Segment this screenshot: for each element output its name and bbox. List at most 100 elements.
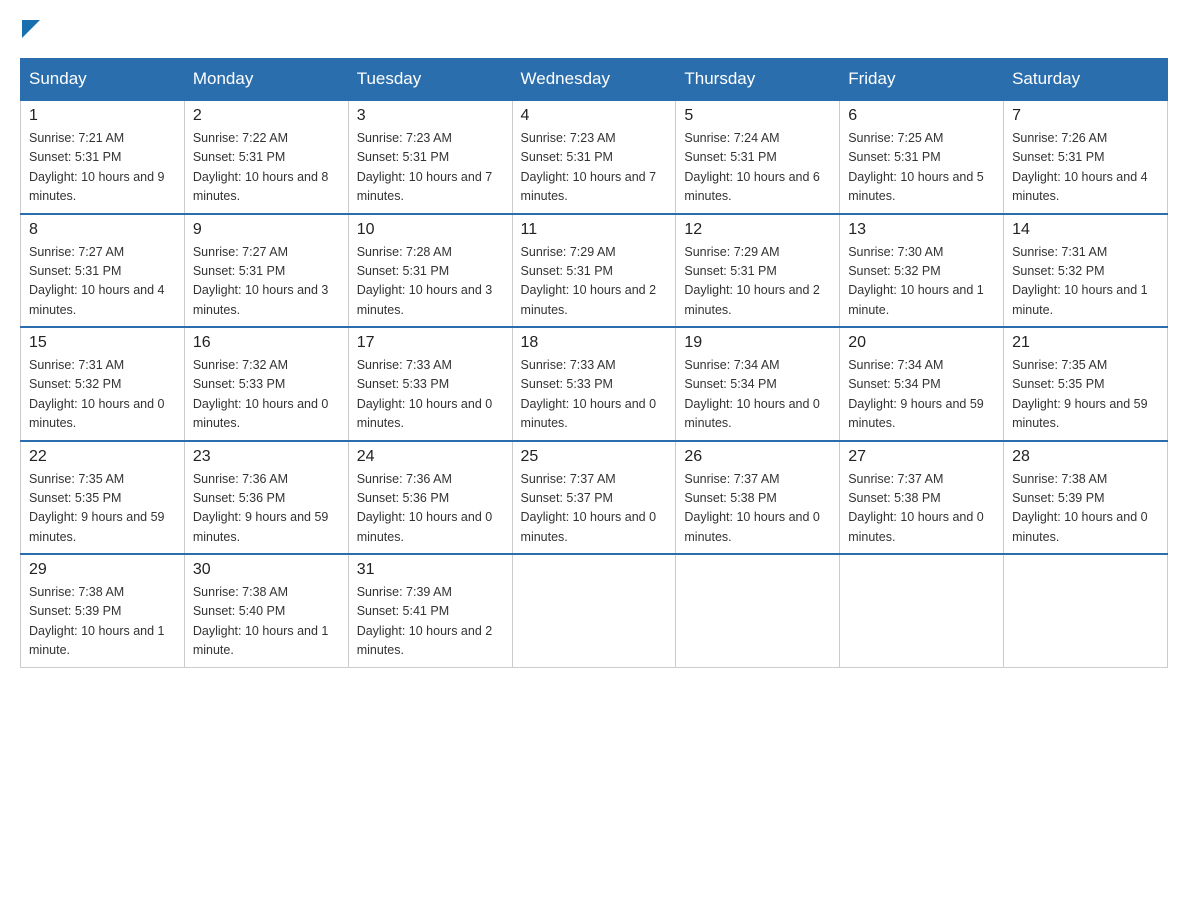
calendar-day-cell: 29 Sunrise: 7:38 AMSunset: 5:39 PMDaylig…	[21, 554, 185, 667]
day-info: Sunrise: 7:23 AMSunset: 5:31 PMDaylight:…	[521, 129, 668, 207]
day-info: Sunrise: 7:27 AMSunset: 5:31 PMDaylight:…	[29, 243, 176, 321]
day-info: Sunrise: 7:37 AMSunset: 5:38 PMDaylight:…	[848, 470, 995, 548]
day-number: 30	[193, 561, 340, 579]
calendar-day-cell: 10 Sunrise: 7:28 AMSunset: 5:31 PMDaylig…	[348, 214, 512, 328]
calendar-day-cell: 7 Sunrise: 7:26 AMSunset: 5:31 PMDayligh…	[1004, 100, 1168, 214]
day-info: Sunrise: 7:27 AMSunset: 5:31 PMDaylight:…	[193, 243, 340, 321]
day-number: 6	[848, 107, 995, 125]
calendar-day-cell: 12 Sunrise: 7:29 AMSunset: 5:31 PMDaylig…	[676, 214, 840, 328]
day-info: Sunrise: 7:29 AMSunset: 5:31 PMDaylight:…	[684, 243, 831, 321]
day-number: 15	[29, 334, 176, 352]
calendar-day-cell: 26 Sunrise: 7:37 AMSunset: 5:38 PMDaylig…	[676, 441, 840, 555]
day-number: 9	[193, 221, 340, 239]
day-number: 7	[1012, 107, 1159, 125]
day-number: 21	[1012, 334, 1159, 352]
calendar-day-cell: 3 Sunrise: 7:23 AMSunset: 5:31 PMDayligh…	[348, 100, 512, 214]
day-number: 31	[357, 561, 504, 579]
calendar-week-row: 22 Sunrise: 7:35 AMSunset: 5:35 PMDaylig…	[21, 441, 1168, 555]
day-number: 1	[29, 107, 176, 125]
calendar-week-row: 1 Sunrise: 7:21 AMSunset: 5:31 PMDayligh…	[21, 100, 1168, 214]
day-info: Sunrise: 7:26 AMSunset: 5:31 PMDaylight:…	[1012, 129, 1159, 207]
col-header-monday: Monday	[184, 59, 348, 101]
calendar-day-cell: 18 Sunrise: 7:33 AMSunset: 5:33 PMDaylig…	[512, 327, 676, 441]
day-info: Sunrise: 7:36 AMSunset: 5:36 PMDaylight:…	[193, 470, 340, 548]
day-number: 4	[521, 107, 668, 125]
col-header-thursday: Thursday	[676, 59, 840, 101]
calendar-day-cell: 23 Sunrise: 7:36 AMSunset: 5:36 PMDaylig…	[184, 441, 348, 555]
day-info: Sunrise: 7:22 AMSunset: 5:31 PMDaylight:…	[193, 129, 340, 207]
day-info: Sunrise: 7:39 AMSunset: 5:41 PMDaylight:…	[357, 583, 504, 661]
day-info: Sunrise: 7:33 AMSunset: 5:33 PMDaylight:…	[357, 356, 504, 434]
calendar-day-cell: 30 Sunrise: 7:38 AMSunset: 5:40 PMDaylig…	[184, 554, 348, 667]
day-number: 23	[193, 448, 340, 466]
day-number: 26	[684, 448, 831, 466]
calendar-day-cell: 17 Sunrise: 7:33 AMSunset: 5:33 PMDaylig…	[348, 327, 512, 441]
col-header-tuesday: Tuesday	[348, 59, 512, 101]
calendar-day-cell: 22 Sunrise: 7:35 AMSunset: 5:35 PMDaylig…	[21, 441, 185, 555]
calendar-week-row: 15 Sunrise: 7:31 AMSunset: 5:32 PMDaylig…	[21, 327, 1168, 441]
day-info: Sunrise: 7:21 AMSunset: 5:31 PMDaylight:…	[29, 129, 176, 207]
logo	[20, 20, 40, 38]
day-info: Sunrise: 7:30 AMSunset: 5:32 PMDaylight:…	[848, 243, 995, 321]
day-number: 13	[848, 221, 995, 239]
calendar-day-cell	[512, 554, 676, 667]
calendar-day-cell: 2 Sunrise: 7:22 AMSunset: 5:31 PMDayligh…	[184, 100, 348, 214]
day-info: Sunrise: 7:38 AMSunset: 5:40 PMDaylight:…	[193, 583, 340, 661]
calendar-day-cell: 6 Sunrise: 7:25 AMSunset: 5:31 PMDayligh…	[840, 100, 1004, 214]
day-info: Sunrise: 7:32 AMSunset: 5:33 PMDaylight:…	[193, 356, 340, 434]
calendar-day-cell: 9 Sunrise: 7:27 AMSunset: 5:31 PMDayligh…	[184, 214, 348, 328]
day-number: 10	[357, 221, 504, 239]
day-number: 29	[29, 561, 176, 579]
calendar-day-cell: 11 Sunrise: 7:29 AMSunset: 5:31 PMDaylig…	[512, 214, 676, 328]
calendar-day-cell: 31 Sunrise: 7:39 AMSunset: 5:41 PMDaylig…	[348, 554, 512, 667]
day-number: 2	[193, 107, 340, 125]
day-info: Sunrise: 7:35 AMSunset: 5:35 PMDaylight:…	[29, 470, 176, 548]
day-info: Sunrise: 7:35 AMSunset: 5:35 PMDaylight:…	[1012, 356, 1159, 434]
calendar-day-cell: 25 Sunrise: 7:37 AMSunset: 5:37 PMDaylig…	[512, 441, 676, 555]
col-header-saturday: Saturday	[1004, 59, 1168, 101]
day-number: 18	[521, 334, 668, 352]
day-number: 14	[1012, 221, 1159, 239]
day-number: 17	[357, 334, 504, 352]
day-number: 25	[521, 448, 668, 466]
calendar-day-cell: 4 Sunrise: 7:23 AMSunset: 5:31 PMDayligh…	[512, 100, 676, 214]
calendar-day-cell: 20 Sunrise: 7:34 AMSunset: 5:34 PMDaylig…	[840, 327, 1004, 441]
calendar-day-cell: 14 Sunrise: 7:31 AMSunset: 5:32 PMDaylig…	[1004, 214, 1168, 328]
day-info: Sunrise: 7:36 AMSunset: 5:36 PMDaylight:…	[357, 470, 504, 548]
day-info: Sunrise: 7:34 AMSunset: 5:34 PMDaylight:…	[848, 356, 995, 434]
day-number: 24	[357, 448, 504, 466]
calendar-day-cell: 27 Sunrise: 7:37 AMSunset: 5:38 PMDaylig…	[840, 441, 1004, 555]
logo-triangle-icon	[22, 20, 40, 38]
day-info: Sunrise: 7:31 AMSunset: 5:32 PMDaylight:…	[29, 356, 176, 434]
col-header-sunday: Sunday	[21, 59, 185, 101]
day-info: Sunrise: 7:33 AMSunset: 5:33 PMDaylight:…	[521, 356, 668, 434]
day-info: Sunrise: 7:37 AMSunset: 5:37 PMDaylight:…	[521, 470, 668, 548]
day-info: Sunrise: 7:29 AMSunset: 5:31 PMDaylight:…	[521, 243, 668, 321]
day-number: 22	[29, 448, 176, 466]
col-header-wednesday: Wednesday	[512, 59, 676, 101]
day-info: Sunrise: 7:31 AMSunset: 5:32 PMDaylight:…	[1012, 243, 1159, 321]
calendar-day-cell	[1004, 554, 1168, 667]
calendar-day-cell	[676, 554, 840, 667]
day-number: 8	[29, 221, 176, 239]
calendar-table: SundayMondayTuesdayWednesdayThursdayFrid…	[20, 58, 1168, 668]
day-number: 27	[848, 448, 995, 466]
day-number: 16	[193, 334, 340, 352]
calendar-week-row: 29 Sunrise: 7:38 AMSunset: 5:39 PMDaylig…	[21, 554, 1168, 667]
calendar-day-cell: 19 Sunrise: 7:34 AMSunset: 5:34 PMDaylig…	[676, 327, 840, 441]
day-info: Sunrise: 7:38 AMSunset: 5:39 PMDaylight:…	[1012, 470, 1159, 548]
day-number: 28	[1012, 448, 1159, 466]
calendar-header-row: SundayMondayTuesdayWednesdayThursdayFrid…	[21, 59, 1168, 101]
day-number: 5	[684, 107, 831, 125]
day-info: Sunrise: 7:34 AMSunset: 5:34 PMDaylight:…	[684, 356, 831, 434]
day-number: 3	[357, 107, 504, 125]
day-number: 20	[848, 334, 995, 352]
calendar-day-cell: 28 Sunrise: 7:38 AMSunset: 5:39 PMDaylig…	[1004, 441, 1168, 555]
day-number: 11	[521, 221, 668, 239]
calendar-day-cell: 21 Sunrise: 7:35 AMSunset: 5:35 PMDaylig…	[1004, 327, 1168, 441]
calendar-week-row: 8 Sunrise: 7:27 AMSunset: 5:31 PMDayligh…	[21, 214, 1168, 328]
calendar-day-cell: 13 Sunrise: 7:30 AMSunset: 5:32 PMDaylig…	[840, 214, 1004, 328]
day-info: Sunrise: 7:25 AMSunset: 5:31 PMDaylight:…	[848, 129, 995, 207]
calendar-day-cell: 8 Sunrise: 7:27 AMSunset: 5:31 PMDayligh…	[21, 214, 185, 328]
day-info: Sunrise: 7:23 AMSunset: 5:31 PMDaylight:…	[357, 129, 504, 207]
